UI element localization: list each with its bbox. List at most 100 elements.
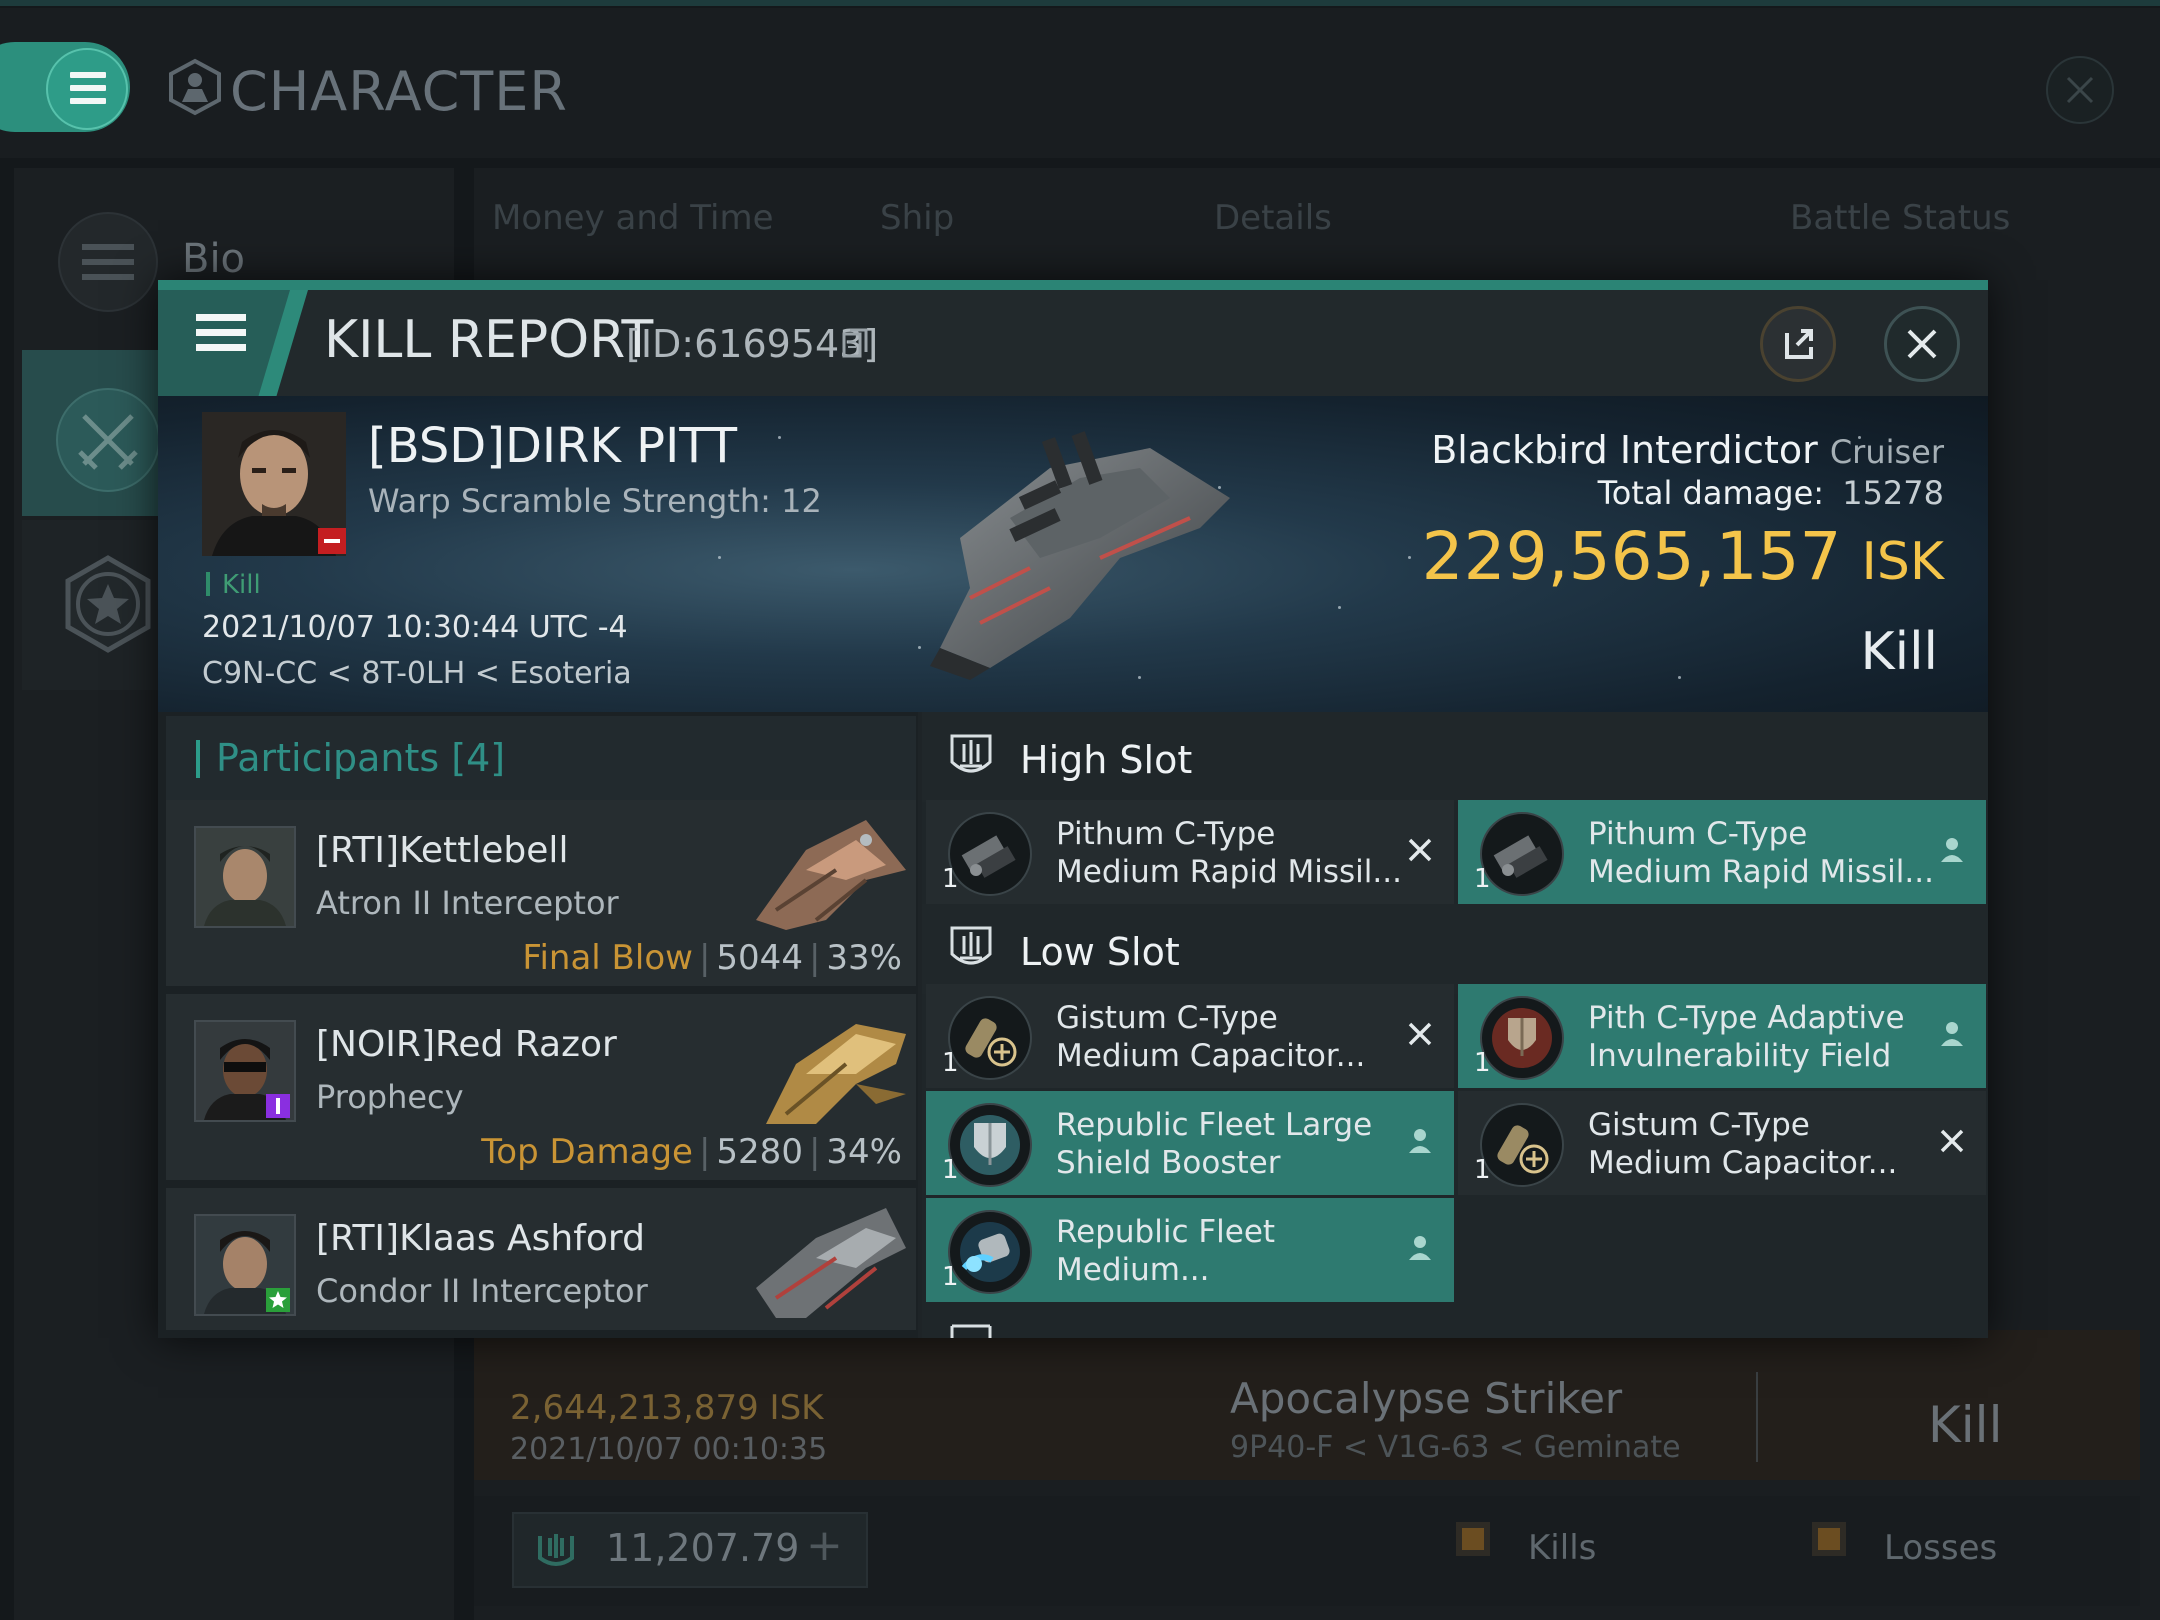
losses-label: Losses — [1884, 1528, 1998, 1568]
participant-damage: 5280 — [716, 1132, 803, 1172]
card-date: 2021/10/07 00:10:35 — [510, 1432, 828, 1467]
item-name-line2: Medium Rapid Missil... — [1056, 854, 1402, 890]
modal-accent-line — [158, 280, 1988, 290]
capacitor-icon — [1480, 1103, 1564, 1187]
low-slot-label: Low Slot — [1020, 930, 1180, 974]
card-isk-value: 2,644,213,879 ISK — [510, 1388, 824, 1428]
participant-damage: 5044 — [716, 938, 803, 978]
participant-ship: Condor II Interceptor — [316, 1272, 648, 1310]
item-name-line1: Pithum C-Type — [1056, 816, 1276, 852]
close-icon — [1907, 329, 1937, 359]
participant-row[interactable]: [NOIR]Red Razor Prophecy Top Damage | 5280… — [166, 994, 916, 1180]
participant-stats: Final Blow | 5044 | 33% — [522, 938, 902, 978]
low-slot-icon — [950, 926, 992, 965]
low-slot-header: Low Slot — [922, 904, 1988, 994]
standing-icon — [266, 1094, 290, 1118]
modal-title: KILL REPORT — [324, 310, 654, 370]
participant-portrait[interactable] — [194, 826, 296, 928]
participant-name[interactable]: [RTI]Klaas Ashford — [316, 1218, 645, 1259]
fitting-item[interactable]: 1 Pithum C-Type Medium Rapid Missil... — [1458, 800, 1986, 904]
tab-battle-status[interactable]: Battle Status — [1790, 198, 2010, 238]
participant-stats: Top Damage | 5280 | 34% — [481, 1132, 902, 1172]
divider — [1756, 1372, 1758, 1462]
item-name-line1: Pithum C-Type — [1588, 816, 1808, 852]
missile-launcher-icon — [948, 812, 1032, 896]
high-slot-label: High Slot — [1020, 738, 1193, 782]
participant-ship: Atron II Interceptor — [316, 884, 619, 922]
sidebar-item-bio[interactable]: Bio — [182, 236, 245, 282]
shield-booster-icon — [948, 1103, 1032, 1187]
warp-scramble-strength: Warp Scramble Strength: 12 — [368, 482, 822, 520]
destroyed-icon — [1940, 1129, 1964, 1153]
capacitor-icon — [948, 996, 1032, 1080]
total-damage-label: Total damage: — [1597, 474, 1825, 512]
fitting-item[interactable]: 1 Gistum C-Type Medium Capacitor... — [926, 984, 1454, 1088]
fitting-item[interactable]: 1 Republic Fleet Medium... — [926, 1198, 1454, 1302]
high-slot-icon — [950, 734, 992, 773]
close-button[interactable] — [1884, 306, 1960, 382]
item-quantity: 1 — [942, 1262, 959, 1292]
item-quantity: 1 — [1474, 864, 1491, 894]
armor-repairer-icon — [948, 1210, 1032, 1294]
fitting-item[interactable]: 1 Republic Fleet Large Shield Booster — [926, 1091, 1454, 1195]
isk-value-line: 229,565,157 ISK — [1422, 518, 1944, 595]
star-icon — [266, 1288, 290, 1312]
isk-unit: ISK — [1861, 532, 1944, 592]
wallet-value: 11,207.79 — [606, 1526, 800, 1570]
card-ship-name: Apocalypse Striker — [1230, 1374, 1623, 1423]
item-quantity: 1 — [942, 1048, 959, 1078]
close-icon[interactable] — [2046, 56, 2114, 124]
top-accent-line — [0, 0, 2160, 6]
kill-tag: Kill — [222, 570, 261, 600]
dropped-person-icon — [1941, 838, 1963, 862]
participant-name[interactable]: [RTI]Kettlebell — [316, 830, 568, 871]
total-damage-value: 15278 — [1842, 474, 1944, 512]
copy-icon[interactable] — [842, 328, 868, 360]
participant-tag: Top Damage — [481, 1132, 693, 1172]
participant-percent: 33% — [826, 938, 902, 978]
fitting-item[interactable]: 1 Gistum C-Type Medium Capacitor... — [1458, 1091, 1986, 1195]
menu-icon[interactable] — [46, 48, 128, 130]
item-name-line2: Medium Capacitor... — [1588, 1145, 1898, 1181]
victim-name[interactable]: [BSD]DIRK PITT — [368, 418, 737, 474]
share-button[interactable] — [1760, 306, 1836, 382]
menu-icon[interactable] — [58, 212, 158, 312]
item-name-line1: Republic Fleet — [1056, 1214, 1276, 1250]
mid-slot-icon — [950, 1324, 992, 1338]
participant-row[interactable]: [RTI]Klaas Ashford Condor II Interceptor — [166, 1188, 916, 1330]
tab-money-and-time[interactable]: Money and Time — [492, 198, 774, 238]
losses-legend-swatch — [1812, 1522, 1846, 1556]
wallet-icon — [538, 1534, 574, 1566]
dropped-person-icon — [1409, 1129, 1431, 1153]
participant-row[interactable]: [RTI]Kettlebell Atron II Interceptor Fin… — [166, 800, 916, 986]
tab-ship[interactable]: Ship — [880, 198, 954, 238]
fitting-item[interactable]: 1 Pith C-Type Adaptive Invulnerability F… — [1458, 984, 1986, 1088]
hostile-standing-icon — [318, 528, 346, 554]
item-quantity: 1 — [942, 1155, 959, 1185]
menu-icon[interactable] — [196, 312, 246, 354]
external-link-icon — [1785, 329, 1813, 359]
participant-name[interactable]: [NOIR]Red Razor — [316, 1024, 617, 1065]
participant-ship-render — [756, 1208, 906, 1318]
item-quantity: 1 — [942, 864, 959, 894]
high-slot-header: High Slot — [922, 712, 1988, 802]
tab-details[interactable]: Details — [1214, 198, 1332, 238]
participants-title: Participants [4] — [216, 736, 506, 780]
item-name-line2: Medium Rapid Missil... — [1588, 854, 1934, 890]
missile-launcher-icon — [1480, 812, 1564, 896]
participants-accent — [196, 740, 200, 778]
kill-location: C9N-CC < 8T-0LH < Esoteria — [202, 656, 632, 691]
report-id: [ID:6169543] — [626, 322, 879, 366]
dropped-person-icon — [1941, 1022, 1963, 1046]
result-label: Kill — [1860, 622, 1938, 682]
ship-name[interactable]: Blackbird Interdictor — [1431, 428, 1818, 472]
card-result: Kill — [1928, 1396, 2003, 1454]
star-badge-icon[interactable] — [58, 554, 158, 654]
item-quantity: 1 — [1474, 1155, 1491, 1185]
item-name-line1: Republic Fleet Large — [1056, 1107, 1373, 1143]
ship-name-line: Blackbird Interdictor Cruiser — [1431, 428, 1944, 472]
item-name-line2: Medium... — [1056, 1252, 1210, 1288]
crossed-swords-icon[interactable] — [56, 388, 160, 492]
fitting-item[interactable]: 1 Pithum C-Type Medium Rapid Missil... — [926, 800, 1454, 904]
add-funds-button[interactable]: + — [806, 1520, 843, 1571]
